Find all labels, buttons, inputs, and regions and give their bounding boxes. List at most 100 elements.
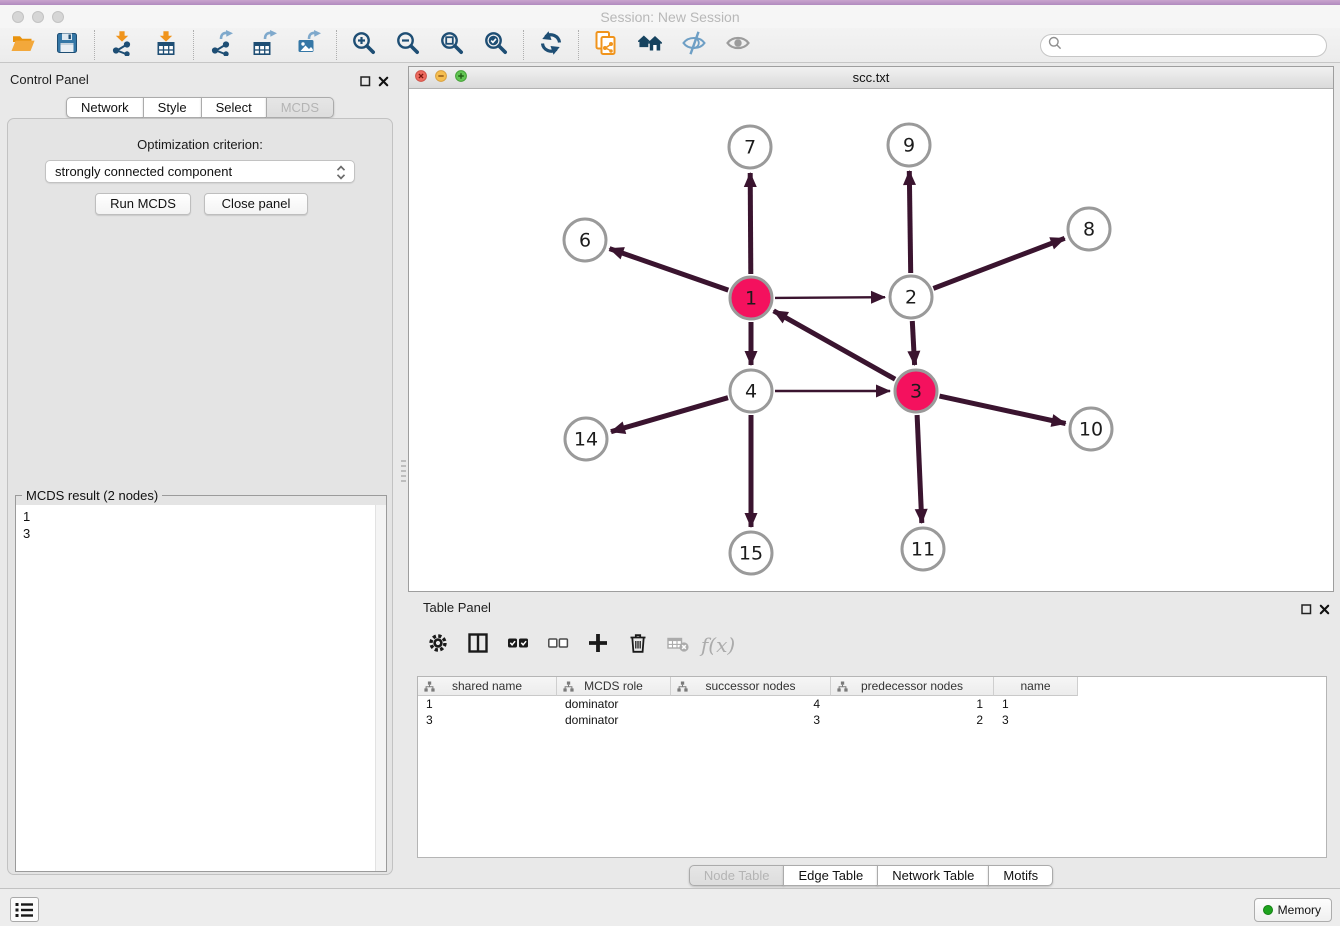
graph-node-15[interactable]: 15 bbox=[730, 532, 772, 574]
cell[interactable]: dominator bbox=[557, 712, 671, 728]
zoom-in-button[interactable] bbox=[350, 31, 378, 59]
edge-2-8[interactable] bbox=[933, 238, 1064, 288]
export-table-button[interactable] bbox=[251, 31, 279, 59]
edge-2-9[interactable] bbox=[909, 171, 910, 273]
zoom-out-button[interactable] bbox=[394, 31, 422, 59]
close-panel-icon[interactable] bbox=[378, 74, 389, 92]
tab-network-table[interactable]: Network Table bbox=[877, 865, 989, 886]
cell[interactable]: 1 bbox=[994, 696, 1078, 712]
tab-style[interactable]: Style bbox=[143, 97, 202, 118]
table-settings-button[interactable] bbox=[425, 632, 451, 658]
edge-3-1[interactable] bbox=[774, 311, 896, 379]
edge-1-7[interactable] bbox=[750, 173, 751, 274]
toolbar-separator bbox=[336, 30, 337, 60]
cell[interactable]: 2 bbox=[831, 712, 994, 728]
network-canvas[interactable]: 1 2 3 4 6 7 8 9 10 11 14 15 bbox=[409, 89, 1333, 591]
cell[interactable]: 3 bbox=[671, 712, 831, 728]
tab-select[interactable]: Select bbox=[201, 97, 267, 118]
cell[interactable]: 4 bbox=[671, 696, 831, 712]
tab-motifs[interactable]: Motifs bbox=[988, 865, 1053, 886]
delete-table-button bbox=[665, 632, 691, 658]
mcds-result-group: MCDS result (2 nodes) 1 3 bbox=[15, 495, 387, 872]
search-input[interactable] bbox=[1066, 36, 1326, 54]
float-panel-icon[interactable] bbox=[1301, 602, 1312, 620]
column-header-name[interactable]: name bbox=[994, 677, 1078, 696]
first-neighbors-button[interactable] bbox=[636, 31, 664, 59]
column-header-predecessor-nodes[interactable]: predecessor nodes bbox=[831, 677, 994, 696]
search-box[interactable] bbox=[1040, 34, 1327, 57]
network-close-button[interactable] bbox=[415, 69, 427, 87]
network-window-titlebar[interactable]: scc.txt bbox=[409, 67, 1333, 89]
edge-4-14[interactable] bbox=[611, 398, 728, 432]
hide-selected-button[interactable] bbox=[680, 31, 708, 59]
new-network-from-selection-button[interactable] bbox=[592, 31, 620, 59]
close-panel-button[interactable]: Close panel bbox=[204, 193, 308, 215]
graph-node-2[interactable]: 2 bbox=[890, 276, 932, 318]
edge-1-6[interactable] bbox=[610, 249, 729, 291]
apply-layout-button[interactable] bbox=[537, 31, 565, 59]
edge-3-10[interactable] bbox=[940, 396, 1066, 423]
memory-button[interactable]: Memory bbox=[1254, 898, 1332, 922]
table-body: 1dominator4113dominator323 bbox=[418, 696, 1326, 728]
graph-node-8[interactable]: 8 bbox=[1068, 208, 1110, 250]
table-header-row: shared nameMCDS rolesuccessor nodesprede… bbox=[418, 677, 1078, 696]
edge-2-3[interactable] bbox=[912, 321, 914, 365]
task-history-button[interactable] bbox=[10, 897, 39, 922]
save-session-button[interactable] bbox=[53, 31, 81, 59]
deselect-all-button[interactable] bbox=[545, 632, 571, 658]
open-file-button[interactable] bbox=[9, 31, 37, 59]
graph-node-9[interactable]: 9 bbox=[888, 124, 930, 166]
network-minimize-button[interactable] bbox=[435, 69, 447, 87]
column-header-successor-nodes[interactable]: successor nodes bbox=[671, 677, 831, 696]
tree-column-icon bbox=[424, 681, 435, 695]
close-panel-icon[interactable] bbox=[1319, 602, 1330, 620]
add-column-button[interactable] bbox=[585, 632, 611, 658]
column-header-MCDS-role[interactable]: MCDS role bbox=[557, 677, 671, 696]
export-network-button[interactable] bbox=[207, 31, 235, 59]
cell[interactable]: dominator bbox=[557, 696, 671, 712]
vertical-splitter-handle[interactable] bbox=[401, 460, 406, 482]
export-image-button[interactable] bbox=[295, 31, 323, 59]
zoom-selected-button[interactable] bbox=[482, 31, 510, 59]
show-columns-button[interactable] bbox=[465, 632, 491, 658]
float-panel-icon[interactable] bbox=[360, 74, 371, 92]
result-scrollbar[interactable] bbox=[375, 505, 386, 871]
graph-node-14[interactable]: 14 bbox=[565, 418, 607, 460]
column-header-shared-name[interactable]: shared name bbox=[418, 677, 557, 696]
tab-node-table[interactable]: Node Table bbox=[689, 865, 785, 886]
tab-edge-table[interactable]: Edge Table bbox=[783, 865, 878, 886]
table-row[interactable]: 3dominator323 bbox=[418, 712, 1326, 728]
svg-text:8: 8 bbox=[1083, 219, 1095, 241]
tab-mcds[interactable]: MCDS bbox=[266, 97, 334, 118]
open-file-icon bbox=[10, 30, 36, 61]
import-table-button[interactable] bbox=[152, 31, 180, 59]
cell[interactable]: 3 bbox=[994, 712, 1078, 728]
show-all-button[interactable] bbox=[724, 31, 752, 59]
table-row[interactable]: 1dominator411 bbox=[418, 696, 1326, 712]
graph-node-10[interactable]: 10 bbox=[1070, 408, 1112, 450]
import-network-button[interactable] bbox=[108, 31, 136, 59]
graph-node-1[interactable]: 1 bbox=[730, 277, 772, 319]
graph-node-11[interactable]: 11 bbox=[902, 528, 944, 570]
mcds-result-area[interactable]: 1 3 bbox=[16, 505, 386, 871]
edge-1-2[interactable] bbox=[775, 297, 885, 298]
window-title: Session: New Session bbox=[0, 9, 1340, 25]
cell[interactable]: 1 bbox=[418, 696, 557, 712]
select-all-button[interactable] bbox=[505, 632, 531, 658]
graph-node-7[interactable]: 7 bbox=[729, 126, 771, 168]
graph-node-3[interactable]: 3 bbox=[895, 370, 937, 412]
node-table[interactable]: shared nameMCDS rolesuccessor nodesprede… bbox=[417, 676, 1327, 858]
cell[interactable]: 3 bbox=[418, 712, 557, 728]
delete-column-button[interactable] bbox=[625, 632, 651, 658]
graph-node-4[interactable]: 4 bbox=[730, 370, 772, 412]
toolbar-group bbox=[350, 31, 510, 59]
control-panel-tabs: NetworkStyleSelectMCDS bbox=[0, 97, 400, 118]
cell[interactable]: 1 bbox=[831, 696, 994, 712]
tab-network[interactable]: Network bbox=[66, 97, 144, 118]
optimization-criterion-select[interactable]: strongly connected component bbox=[45, 160, 355, 183]
run-mcds-button[interactable]: Run MCDS bbox=[95, 193, 191, 215]
graph-node-6[interactable]: 6 bbox=[564, 219, 606, 261]
edge-3-11[interactable] bbox=[917, 415, 922, 523]
network-zoom-button[interactable] bbox=[455, 69, 467, 87]
zoom-fit-button[interactable] bbox=[438, 31, 466, 59]
